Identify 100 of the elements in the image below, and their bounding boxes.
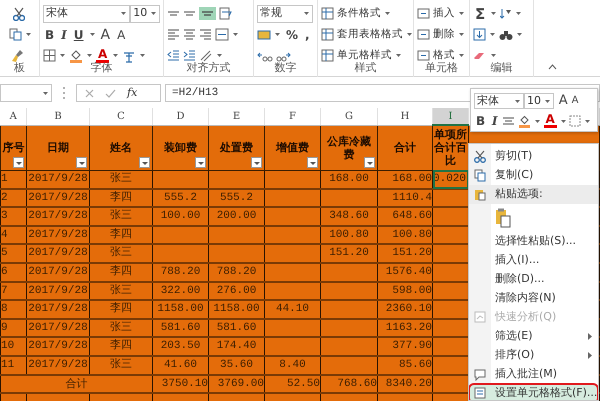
font-color-button[interactable]: A [544,114,557,128]
align-middle-icon[interactable] [183,11,196,16]
align-center-icon[interactable] [502,117,516,125]
column-letter[interactable]: B [26,108,90,125]
caret-icon[interactable] [216,53,223,58]
caret-icon[interactable] [489,32,496,37]
align-bottom-button[interactable] [199,7,216,20]
binoculars-icon[interactable] [499,28,513,40]
shrink-font-button[interactable]: A [115,26,128,42]
percent-button[interactable]: % [284,26,300,42]
style-menu-button[interactable]: 条件格式 [321,6,390,22]
filter-button[interactable] [251,156,262,168]
caret-icon[interactable] [86,53,93,58]
align-top-icon[interactable] [167,11,180,16]
menu-item[interactable]: 复制(C) [469,166,598,185]
italic-button[interactable]: I [490,113,500,129]
menu-item[interactable]: 插入批注(M) [469,365,598,384]
style-menu-button[interactable]: 单元格样式 [321,48,402,64]
column-letter[interactable]: G [320,108,378,125]
fill-color-icon[interactable] [518,114,532,128]
menu-item[interactable]: 排序(O) [469,346,598,365]
italic-button[interactable]: I [59,26,69,42]
insert-function-button[interactable]: fx [127,84,138,102]
filter-button[interactable] [364,156,375,168]
align-left-icon[interactable] [167,29,180,40]
filter-button[interactable] [195,156,206,168]
filter-button[interactable] [139,156,150,168]
increase-indent-icon[interactable] [183,49,196,62]
font-size-field[interactable]: 10 [524,93,554,109]
comma-button[interactable]: , [303,26,312,42]
sort-filter-icon[interactable] [500,7,512,20]
menu-item[interactable]: 插入(I)... [469,251,598,270]
filter-button[interactable] [76,156,87,168]
caret-icon[interactable] [458,53,464,58]
menu-item[interactable]: 筛选(E) [469,327,598,346]
caret-icon[interactable] [406,32,412,37]
borders-icon[interactable] [43,49,56,62]
caret-icon[interactable] [544,98,551,104]
menu-item[interactable]: 清除内容(N) [469,289,598,308]
caret-icon[interactable] [303,11,310,16]
menu-item[interactable]: 设置单元格格式(F)... [469,384,598,400]
fill-down-icon[interactable] [473,28,486,41]
bold-button[interactable]: B [474,113,488,129]
column-letter[interactable]: E [208,108,264,125]
caret-icon[interactable] [384,11,390,16]
brush-icon[interactable] [11,48,24,62]
check-icon[interactable] [105,88,116,98]
caret-icon[interactable] [139,53,146,58]
filter-button[interactable] [307,156,318,168]
cells-menu-button[interactable]: 格式 [417,48,464,64]
font-name-field[interactable]: 宋体 [43,4,130,22]
cells-menu-button[interactable]: 删除 [417,26,464,42]
caret-icon[interactable] [490,11,498,16]
paste-option-button[interactable] [495,208,511,228]
menu-item[interactable]: 删除(D)... [469,270,598,289]
caret-icon[interactable] [42,90,49,96]
borders-icon[interactable] [569,115,582,127]
caret-icon[interactable] [25,32,32,37]
caret-icon[interactable] [458,11,464,16]
scissors-icon[interactable] [13,6,25,20]
wrap-text-icon[interactable] [219,7,233,20]
caret-icon[interactable] [232,32,239,37]
table-cell: 张三 [90,244,152,263]
column-letter[interactable]: A [0,108,26,125]
number-format-field[interactable]: 常规 [257,4,313,22]
caret-icon[interactable] [120,11,128,16]
filter-button[interactable] [13,156,24,168]
caret-icon[interactable] [458,32,464,37]
style-menu-button[interactable]: 套用表格格式 [321,26,412,42]
font-color-button[interactable]: A [96,48,110,63]
column-letter[interactable]: C [90,108,152,125]
bold-button[interactable]: B [43,26,56,42]
align-center-icon[interactable] [183,29,196,40]
column-letter[interactable]: F [264,108,320,125]
caret-icon[interactable] [490,53,497,58]
column-letter[interactable]: I [432,108,468,125]
decrease-indent-icon[interactable] [167,49,180,62]
underline-button[interactable]: U [72,26,86,42]
font-size-field[interactable]: 10 [130,4,160,22]
caret-icon[interactable] [274,32,281,37]
caret-icon[interactable] [88,32,96,37]
caret-icon[interactable] [59,53,66,58]
caret-icon[interactable] [150,11,157,16]
caret-icon[interactable] [112,53,120,58]
caret-icon[interactable] [516,32,523,37]
caret-icon[interactable] [514,98,521,104]
collapse-ribbon-icon[interactable] [548,64,557,70]
caret-icon[interactable] [394,53,402,58]
font-name-field[interactable]: 宋体 [474,93,524,109]
align-right-icon[interactable] [199,29,212,40]
eraser-icon[interactable] [473,50,487,61]
column-letter[interactable]: H [378,108,432,125]
grow-font-button[interactable]: A [98,26,112,42]
column-letter[interactable]: D [152,108,208,125]
autosum-button[interactable]: Σ [473,6,488,22]
fill-color-icon[interactable] [69,48,83,62]
cells-menu-button[interactable]: 插入 [417,6,464,22]
copy-icon[interactable] [9,28,22,41]
caret-icon[interactable] [515,11,522,16]
menu-item[interactable]: 选择性粘贴(S)... [469,232,598,251]
